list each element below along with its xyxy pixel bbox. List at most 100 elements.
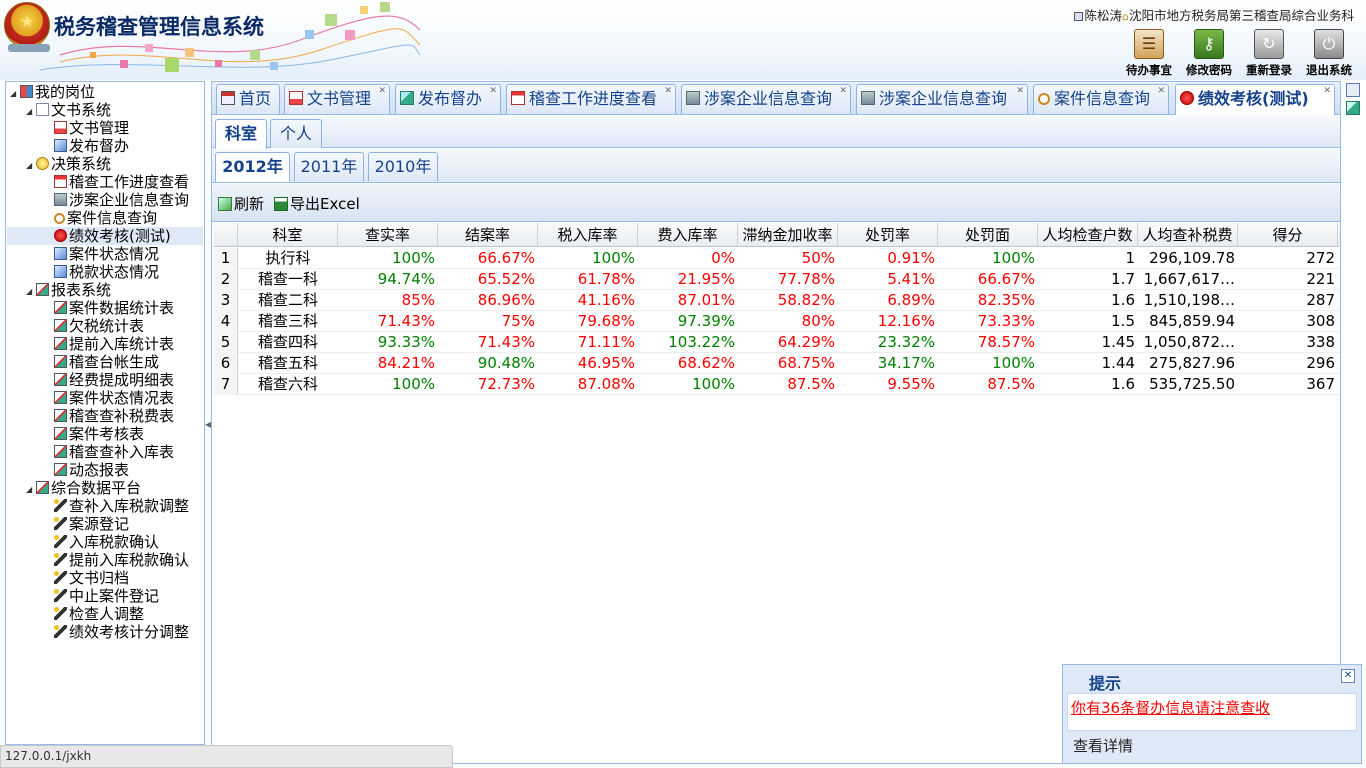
close-tab-icon[interactable]: ✕ — [1157, 82, 1165, 105]
expand-toggle-icon[interactable]: ◢ — [26, 283, 36, 301]
tab-company-query[interactable]: 涉案企业信息查询 ✕ — [681, 84, 851, 114]
table-row[interactable]: 5 稽查四科 93.33% 71.43% 71.11% 103.22% 64.29% 23.3… — [214, 332, 1340, 353]
table-cell: 6.89% — [887, 291, 935, 309]
relogin-label: 重新登录 — [1246, 63, 1292, 77]
supervise-notice-link[interactable]: 你有36条督办信息请注意查收 — [1071, 697, 1270, 718]
column-header[interactable]: 得分 — [1238, 223, 1338, 247]
tree-item-case-status[interactable]: 案件状态情况 — [54, 245, 159, 263]
column-header[interactable]: 处罚率 — [838, 223, 938, 247]
column-header[interactable]: 人均检查户数 — [1038, 223, 1138, 247]
window-icon[interactable] — [1346, 83, 1360, 97]
tree-item-platform[interactable]: 查补入库税款调整 — [54, 497, 189, 515]
notice-popup: 提示 ✕ 你有36条督办信息请注意查收 查看详情 — [1062, 664, 1362, 764]
tab-year-2012[interactable]: 2012年 — [215, 152, 290, 182]
logo-base — [8, 44, 50, 52]
tab-home[interactable]: 首页 — [216, 84, 280, 114]
row-number: 3 — [214, 290, 238, 311]
tab-company-query-2[interactable]: 涉案企业信息查询 ✕ — [856, 84, 1028, 114]
table-row[interactable]: 7 稽查六科 100% 72.73% 87.08% 100% 87.5% 9.55% 87.5%… — [214, 374, 1340, 395]
column-header[interactable]: 结案率 — [438, 223, 538, 247]
tree-group-docs[interactable]: ◢ 文书系统 — [26, 101, 111, 119]
table-cell: 1,667,617… — [1143, 270, 1235, 288]
tree-item-report[interactable]: 稽查查补入库表 — [54, 443, 174, 461]
tab-progress[interactable]: 稽查工作进度查看 ✕ — [506, 84, 676, 114]
tree-item-tax-status[interactable]: 税款状态情况 — [54, 263, 159, 281]
table-row[interactable]: 1 执行科 100% 66.67% 100% 0% 50% 0.91% 100% 1 296,109… — [214, 248, 1340, 269]
tree-root[interactable]: ◢ 我的岗位 — [10, 83, 95, 101]
expand-toggle-icon[interactable]: ◢ — [26, 157, 36, 175]
todo-button[interactable]: ☰ 待办事宜 — [1119, 29, 1179, 77]
tree-item-platform[interactable]: 绩效考核计分调整 — [54, 623, 189, 641]
tree-item-doc-manage[interactable]: 文书管理 — [54, 119, 129, 137]
column-header[interactable]: 滞纳金加收率 — [738, 223, 838, 247]
close-tab-icon[interactable]: ✕ — [489, 82, 497, 105]
tree-group-decision[interactable]: ◢ 决策系统 — [26, 155, 111, 173]
exit-button[interactable]: ⏻ 退出系统 — [1299, 29, 1359, 77]
tree-item-report[interactable]: 提前入库统计表 — [54, 335, 174, 353]
tab-case-query[interactable]: 案件信息查询 ✕ — [1033, 84, 1169, 114]
tab-year-2011[interactable]: 2011年 — [294, 152, 364, 181]
column-header[interactable]: 人均查补税费 — [1138, 223, 1238, 247]
tree-item-label: 案件考核表 — [69, 425, 145, 443]
wand-icon — [54, 571, 67, 584]
column-header[interactable]: 费入库率 — [638, 223, 738, 247]
column-header[interactable]: 科室 — [238, 223, 338, 247]
tree-item-platform[interactable]: 文书归档 — [54, 569, 129, 587]
tree-group-reports[interactable]: ◢ 报表系统 — [26, 281, 111, 299]
tree-item-platform[interactable]: 中止案件登记 — [54, 587, 159, 605]
tree-item-report[interactable]: 欠税统计表 — [54, 317, 144, 335]
close-icon[interactable]: ✕ — [1341, 669, 1355, 683]
close-tab-icon[interactable]: ✕ — [1016, 82, 1024, 105]
user-department: 沈阳市地方税务局第三稽查局综合业务科 — [1128, 8, 1354, 23]
tree-item-platform[interactable]: 检查人调整 — [54, 605, 144, 623]
expand-toggle-icon[interactable]: ◢ — [10, 85, 20, 103]
row-number-header — [214, 223, 238, 247]
close-tab-icon[interactable]: ✕ — [1323, 82, 1331, 105]
relogin-button[interactable]: ↻ 重新登录 — [1239, 29, 1299, 77]
tree-item-platform[interactable]: 入库税款确认 — [54, 533, 159, 551]
close-tab-icon[interactable]: ✕ — [839, 82, 847, 105]
tree-item-platform[interactable]: 案源登记 — [54, 515, 129, 533]
close-tab-icon[interactable]: ✕ — [664, 82, 672, 105]
column-header[interactable]: 税入库率 — [538, 223, 638, 247]
column-header[interactable]: 处罚面 — [938, 223, 1038, 247]
tree-item-report[interactable]: 稽查台帐生成 — [54, 353, 159, 371]
expand-toggle-icon[interactable]: ◢ — [26, 481, 36, 499]
view-details-link[interactable]: 查看详情 — [1073, 735, 1133, 756]
tree-item-company-query[interactable]: 涉案企业信息查询 — [54, 191, 189, 209]
table-row[interactable]: 3 稽查二科 85% 86.96% 41.16% 87.01% 58.82% 6.89% 82.… — [214, 290, 1340, 311]
close-tab-icon[interactable]: ✕ — [378, 82, 386, 105]
refresh-button[interactable]: 刷新 — [218, 194, 264, 214]
tree-item-publish-supervise[interactable]: 发布督办 — [54, 137, 129, 155]
column-header[interactable]: 查实率 — [338, 223, 438, 247]
tab-label: 文书管理 — [307, 89, 372, 108]
table-cell: 执行科 — [265, 249, 311, 267]
table-row[interactable]: 2 稽查一科 94.74% 65.52% 61.78% 21.95% 77.78% 5.41%… — [214, 269, 1340, 290]
change-password-button[interactable]: ⚷ 修改密码 — [1179, 29, 1239, 77]
tab-department[interactable]: 科室 — [215, 119, 267, 149]
tree-item-label: 案源登记 — [69, 515, 130, 533]
tree-item-report[interactable]: 动态报表 — [54, 461, 129, 479]
table-row[interactable]: 6 稽查五科 84.21% 90.48% 46.95% 68.62% 68.75% 34.17… — [214, 353, 1340, 374]
tab-performance[interactable]: 绩效考核(测试) ✕ — [1175, 84, 1335, 115]
tab-year-2010[interactable]: 2010年 — [368, 152, 438, 181]
tree-item-report[interactable]: 经费提成明细表 — [54, 371, 174, 389]
tree-item-report[interactable]: 案件状态情况表 — [54, 389, 174, 407]
tree-item-case-query[interactable]: 案件信息查询 — [54, 209, 157, 227]
tree-group-data-platform[interactable]: ◢ 综合数据平台 — [26, 479, 141, 497]
tree-item-performance[interactable]: 绩效考核(测试) — [7, 227, 203, 245]
tree-item-label: 提前入库税款确认 — [69, 551, 190, 569]
table-row[interactable]: 4 稽查三科 71.43% 75% 79.68% 97.39% 80% 12.16% 73.33… — [214, 311, 1340, 332]
tree-item-report[interactable]: 案件考核表 — [54, 425, 144, 443]
row-number: 2 — [214, 269, 238, 290]
add-window-icon[interactable] — [1346, 101, 1360, 115]
export-excel-button[interactable]: 导出Excel — [274, 194, 360, 214]
tab-individual[interactable]: 个人 — [270, 119, 322, 148]
tree-item-report[interactable]: 稽查查补税费表 — [54, 407, 174, 425]
tree-item-progress[interactable]: 稽查工作进度查看 — [54, 173, 189, 191]
expand-toggle-icon[interactable]: ◢ — [26, 103, 36, 121]
tab-publish-supervise[interactable]: 发布督办 ✕ — [395, 84, 501, 114]
tree-item-platform[interactable]: 提前入库税款确认 — [54, 551, 189, 569]
tab-doc-manage[interactable]: 文书管理 ✕ — [284, 84, 390, 114]
tree-item-report[interactable]: 案件数据统计表 — [54, 299, 174, 317]
